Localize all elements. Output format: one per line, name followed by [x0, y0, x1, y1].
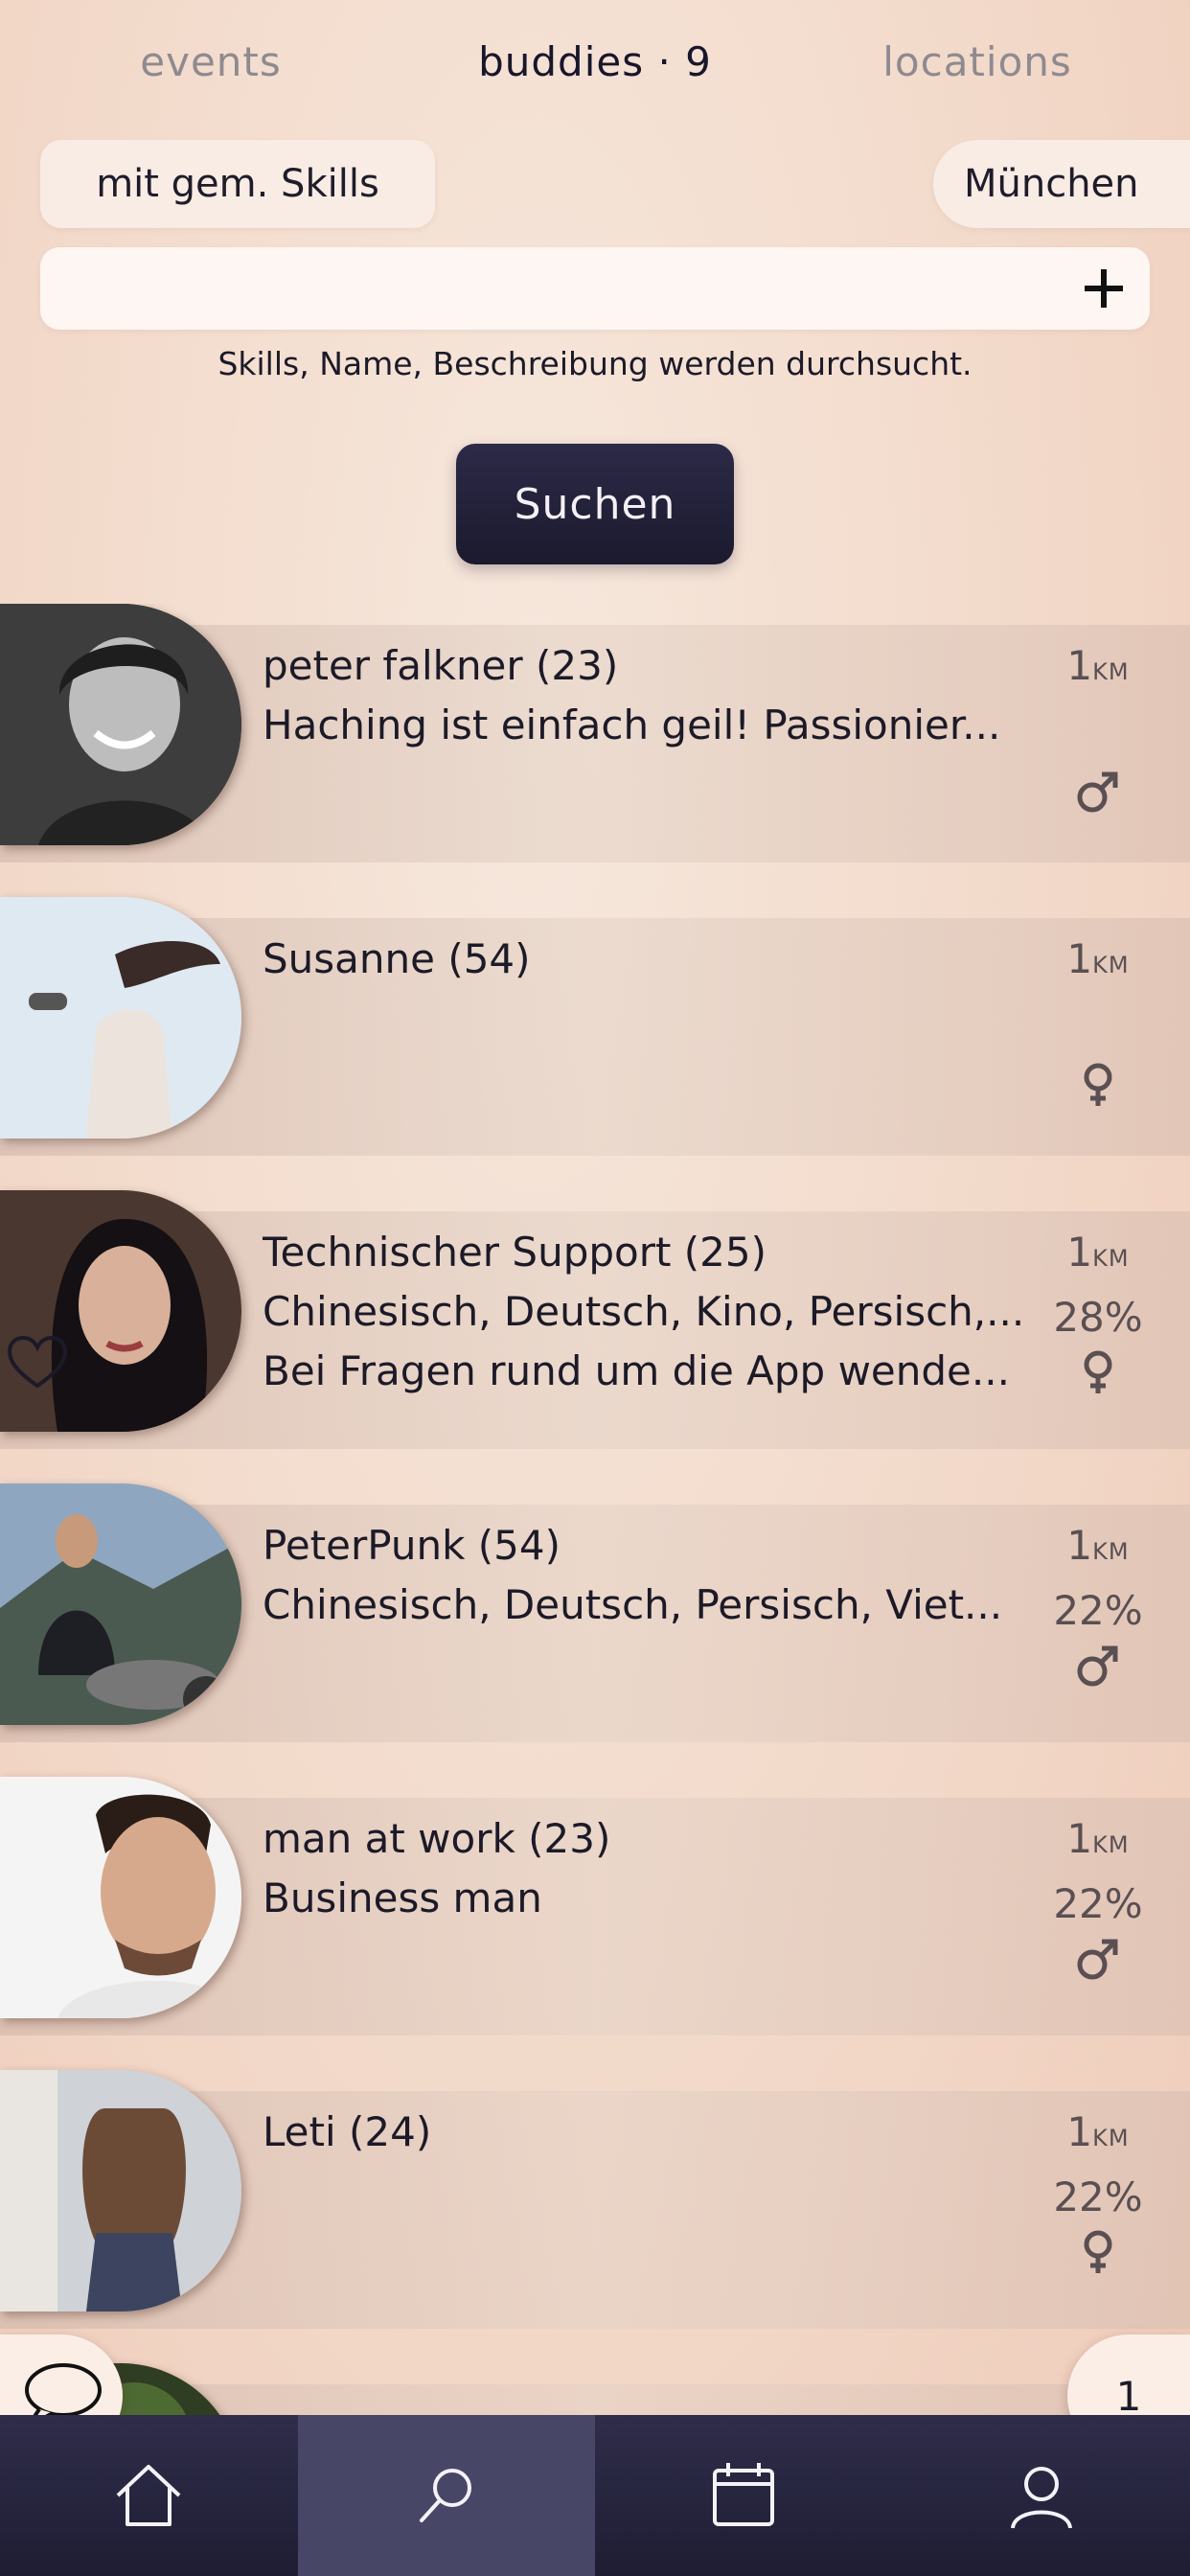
- buddy-info: peter falkner (23) Haching ist einfach g…: [263, 636, 1029, 755]
- male-icon: [1077, 1939, 1118, 1980]
- match-percent: 22%: [1053, 1587, 1143, 1634]
- buddy-name: Susanne (54): [263, 935, 531, 982]
- avatar[interactable]: [0, 1190, 241, 1432]
- buddy-description: Haching ist einfach geil! Passionier...: [263, 702, 1001, 748]
- buddy-name: man at work (23): [263, 1815, 611, 1862]
- female-icon: [1084, 1063, 1112, 1106]
- distance: 1KM: [1066, 1229, 1130, 1276]
- distance: 1KM: [1066, 1522, 1130, 1569]
- buddy-meta: 1KM: [1041, 636, 1156, 816]
- buddy-meta: 1KM: [1041, 930, 1156, 1110]
- buddy-meta: 1KM 28%: [1041, 1223, 1156, 1397]
- top-tabs: events buddies · 9 locations: [0, 38, 1190, 105]
- buddy-info: PeterPunk (54) Chinesisch, Deutsch, Pers…: [263, 1516, 1029, 1635]
- avatar[interactable]: [0, 2070, 241, 2312]
- buddy-info: Susanne (54): [263, 930, 1029, 989]
- buddy-meta: 1KM 22%: [1041, 2103, 1156, 2277]
- list-item[interactable]: peter falkner (23) Haching ist einfach g…: [0, 604, 1190, 862]
- skills-filter-chip[interactable]: mit gem. Skills: [40, 140, 435, 228]
- buddy-meta: 1KM 22%: [1041, 1809, 1156, 1984]
- heart-icon[interactable]: [6, 1334, 69, 1392]
- search-icon: [419, 2469, 471, 2522]
- male-icon: [1077, 1645, 1118, 1687]
- buddy-meta: 1KM 22%: [1041, 1516, 1156, 1690]
- nav-profile[interactable]: [893, 2415, 1190, 2576]
- profile-icon: [1010, 2467, 1072, 2529]
- match-percent: 22%: [1053, 1880, 1143, 1927]
- avatar[interactable]: [0, 1777, 241, 2018]
- buddy-skills: Chinesisch, Deutsch, Kino, Persisch,...: [263, 1288, 1025, 1335]
- bottom-nav: [0, 2415, 1190, 2576]
- buddy-info: man at work (23) Business man: [263, 1809, 1029, 1928]
- avatar[interactable]: [0, 604, 241, 845]
- city-filter-chip[interactable]: München: [933, 140, 1190, 228]
- female-icon: [1084, 2230, 1112, 2273]
- avatar[interactable]: [0, 1484, 241, 1725]
- male-icon: [1077, 771, 1118, 813]
- buddy-info: Technischer Support (25) Chinesisch, Deu…: [263, 1223, 1029, 1401]
- match-percent: 22%: [1053, 2174, 1143, 2220]
- distance: 1KM: [1066, 2108, 1130, 2155]
- search-button[interactable]: Suchen: [456, 444, 734, 564]
- list-item[interactable]: man at work (23) Business man 1KM 22%: [0, 1777, 1190, 2036]
- list-item[interactable]: PeterPunk (54) Chinesisch, Deutsch, Pers…: [0, 1484, 1190, 1742]
- distance: 1KM: [1066, 935, 1130, 982]
- search-input[interactable]: [40, 247, 1037, 330]
- female-icon: [1084, 1350, 1112, 1393]
- nav-search[interactable]: [297, 2415, 595, 2576]
- tab-locations[interactable]: locations: [882, 38, 1072, 85]
- list-item[interactable]: Technischer Support (25) Chinesisch, Deu…: [0, 1190, 1190, 1449]
- match-percent: 28%: [1053, 1294, 1143, 1341]
- buddy-name: PeterPunk (54): [263, 1522, 561, 1569]
- distance: 1KM: [1066, 642, 1130, 689]
- list-item[interactable]: Susanne (54) 1KM: [0, 897, 1190, 1156]
- buddy-description: Bei Fragen rund um die App wende...: [263, 1347, 1010, 1394]
- nav-calendar[interactable]: [595, 2415, 893, 2576]
- distance: 1KM: [1066, 1815, 1130, 1862]
- home-icon: [116, 2465, 181, 2526]
- buddy-description: Business man: [263, 1874, 542, 1921]
- nav-home[interactable]: [0, 2415, 298, 2576]
- buddy-name: Leti (24): [263, 2108, 432, 2155]
- match-percent: [1041, 702, 1156, 761]
- calendar-icon: [713, 2463, 775, 2526]
- buddy-name: Technischer Support (25): [263, 1229, 767, 1276]
- buddy-list: peter falkner (23) Haching ist einfach g…: [0, 604, 1190, 2415]
- buddy-name: peter falkner (23): [263, 642, 619, 689]
- list-item[interactable]: Leti (24) 1KM 22%: [0, 2070, 1190, 2329]
- list-item[interactable]: [0, 2363, 1190, 2415]
- tab-buddies[interactable]: buddies · 9: [478, 38, 712, 85]
- search-hint: Skills, Name, Beschreibung werden durchs…: [217, 345, 973, 382]
- tab-events[interactable]: events: [140, 38, 282, 85]
- buddy-skills: Chinesisch, Deutsch, Persisch, Viet...: [263, 1581, 1003, 1628]
- avatar[interactable]: [0, 897, 241, 1138]
- plus-icon[interactable]: [1075, 260, 1133, 317]
- search-field: [40, 247, 1150, 330]
- buddy-info: Leti (24): [263, 2103, 1029, 2162]
- match-percent: [1041, 995, 1156, 1054]
